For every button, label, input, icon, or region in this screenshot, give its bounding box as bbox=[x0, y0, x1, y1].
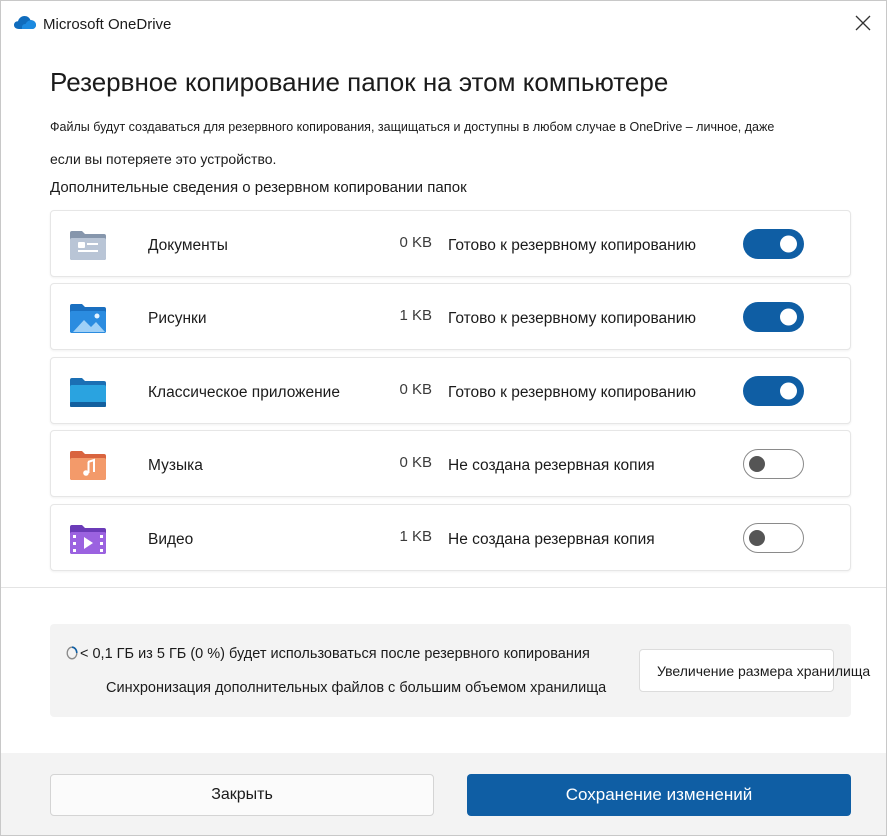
app-title: Microsoft OneDrive bbox=[43, 16, 172, 33]
documents-folder-icon bbox=[70, 231, 106, 260]
section-divider bbox=[1, 587, 886, 588]
folder-size: 0 KB bbox=[399, 234, 432, 251]
close-icon bbox=[855, 15, 871, 31]
toggle-knob bbox=[749, 530, 765, 546]
folder-row-desktop: Классическое приложение 0 KB Готово к ре… bbox=[50, 357, 851, 424]
folder-size: 0 KB bbox=[399, 454, 432, 471]
close-button[interactable]: Закрыть bbox=[50, 774, 434, 816]
folder-size: 1 KB bbox=[399, 528, 432, 545]
description-line-2: если вы потеряете это устройство. bbox=[50, 151, 277, 167]
window-close-button[interactable] bbox=[843, 5, 883, 41]
page-title: Резервное копирование папок на этом комп… bbox=[50, 67, 669, 97]
title-bar: Microsoft OneDrive bbox=[1, 1, 886, 47]
toggle-knob bbox=[780, 382, 797, 400]
folder-name: Документы bbox=[148, 237, 228, 254]
toggle-knob bbox=[780, 308, 797, 326]
folder-name: Музыка bbox=[148, 457, 203, 474]
folder-size: 1 KB bbox=[399, 307, 432, 324]
backup-toggle-documents[interactable] bbox=[743, 229, 804, 259]
save-changes-button[interactable]: Сохранение изменений bbox=[467, 774, 851, 816]
folder-name: Классическое приложение bbox=[148, 384, 340, 401]
backup-toggle-videos[interactable] bbox=[743, 523, 804, 553]
pictures-folder-icon bbox=[70, 304, 106, 333]
folder-row-videos: Видео 1 KB Не создана резервная копия bbox=[50, 504, 851, 571]
desktop-folder-icon bbox=[70, 378, 106, 407]
storage-panel: < 0,1 ГБ из 5 ГБ (0 %) будет использоват… bbox=[50, 624, 870, 717]
toggle-knob bbox=[780, 235, 797, 253]
folder-name: Видео bbox=[148, 531, 194, 548]
folder-status: Готово к резервному копированию bbox=[448, 310, 697, 327]
toggle-knob bbox=[749, 456, 765, 472]
folder-status: Не создана резервная копия bbox=[448, 457, 655, 474]
backup-toggle-pictures[interactable] bbox=[743, 302, 804, 332]
music-folder-icon bbox=[70, 451, 106, 480]
folder-status: Готово к резервному копированию bbox=[448, 384, 697, 401]
description-line-1: Файлы будут создаваться для резервного к… bbox=[50, 120, 775, 134]
storage-usage-text: < 0,1 ГБ из 5 ГБ (0 %) будет использоват… bbox=[80, 646, 590, 662]
folder-status: Готово к резервному копированию bbox=[448, 237, 697, 254]
onedrive-dialog: Microsoft OneDrive Резервное копирование… bbox=[0, 0, 887, 836]
learn-more-link[interactable]: Дополнительные сведения о резервном копи… bbox=[50, 179, 467, 196]
increase-storage-button[interactable]: Увеличение размера хранилища bbox=[639, 649, 870, 692]
backup-toggle-desktop[interactable] bbox=[743, 376, 804, 406]
folder-status: Не создана резервная копия bbox=[448, 531, 655, 548]
folder-size: 0 KB bbox=[399, 381, 432, 398]
storage-sync-text: Синхронизация дополнительных файлов с бо… bbox=[106, 680, 607, 696]
folder-row-documents: Документы 0 KB Готово к резервному копир… bbox=[50, 210, 851, 277]
backup-toggle-music[interactable] bbox=[743, 449, 804, 479]
folder-row-pictures: Рисунки 1 KB Готово к резервному копиров… bbox=[50, 283, 851, 350]
onedrive-cloud-icon bbox=[14, 16, 36, 29]
videos-folder-icon bbox=[70, 525, 106, 554]
folder-name: Рисунки bbox=[148, 310, 207, 327]
folder-row-music: Музыка 0 KB Не создана резервная копия bbox=[50, 430, 851, 497]
storage-progress-ring-icon bbox=[66, 646, 78, 660]
footer: Закрыть Сохранение изменений bbox=[1, 753, 886, 835]
